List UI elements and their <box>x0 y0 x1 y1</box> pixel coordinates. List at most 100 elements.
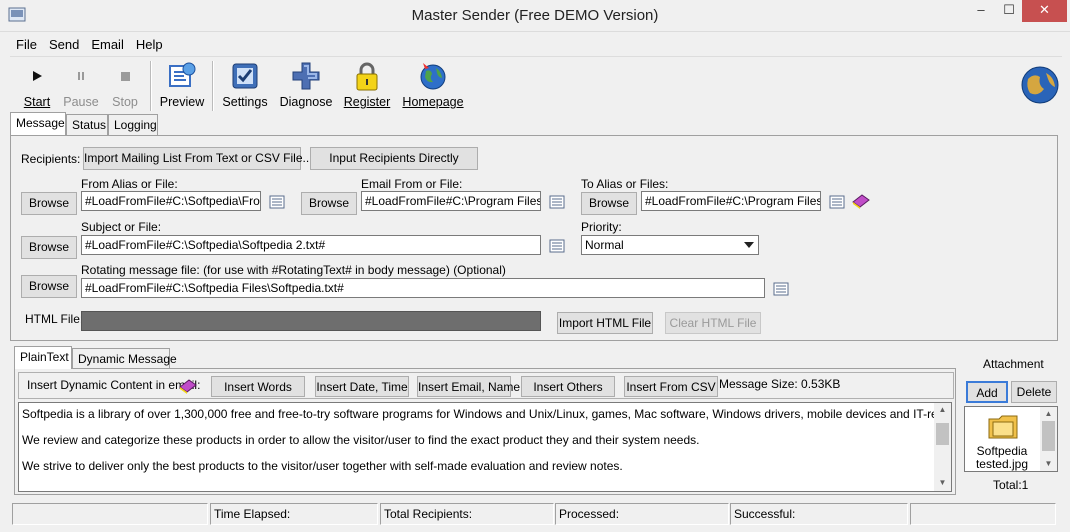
globe-icon <box>416 59 450 93</box>
pause-icon <box>64 59 98 93</box>
preview-button[interactable]: Preview <box>158 59 206 109</box>
tab-message[interactable]: Message <box>10 112 66 135</box>
globe-logo-icon <box>1021 66 1059 104</box>
from-alias-input[interactable]: #LoadFromFile#C:\Softpedia\FromEr <box>81 191 261 211</box>
list-icon[interactable] <box>773 282 789 296</box>
list-icon[interactable] <box>549 239 565 253</box>
priority-label: Priority: <box>581 220 622 234</box>
tab-plaintext[interactable]: PlainText <box>14 346 72 369</box>
toolbar-separator <box>150 61 152 111</box>
priority-select[interactable]: Normal <box>581 235 759 255</box>
stop-button[interactable]: Stop <box>106 59 144 109</box>
scroll-up-icon[interactable]: ▲ <box>934 403 951 417</box>
address-book-icon[interactable] <box>178 377 198 395</box>
browse-from-alias-button[interactable]: Browse <box>21 192 77 215</box>
recipients-label: Recipients: <box>21 152 81 166</box>
dynamic-content-label: Insert Dynamic Content in email: <box>27 378 201 392</box>
insert-date-time-button[interactable]: Insert Date, Time <box>315 376 409 397</box>
menu-help[interactable]: Help <box>130 33 169 52</box>
status-total-recipients: Total Recipients: <box>380 503 554 525</box>
attachment-scrollbar[interactable]: ▲ ▼ <box>1040 407 1057 471</box>
settings-button[interactable]: Settings <box>220 59 270 109</box>
status-blank <box>12 503 208 525</box>
status-successful: Successful: <box>730 503 908 525</box>
folder-icon <box>988 415 1018 439</box>
diagnose-icon <box>289 59 323 93</box>
rotating-input[interactable]: #LoadFromFile#C:\Softpedia Files\Softped… <box>81 278 765 298</box>
lock-icon <box>350 59 384 93</box>
toolbar-separator <box>212 61 214 111</box>
dynamic-content-bar: Insert Dynamic Content in email: Insert … <box>18 372 954 399</box>
attachment-total: Total:1 <box>993 478 1029 492</box>
scroll-down-icon[interactable]: ▼ <box>1040 457 1057 471</box>
status-time-elapsed: Time Elapsed: <box>210 503 378 525</box>
attachment-file-ext: tested.jpg <box>975 457 1029 471</box>
list-icon[interactable] <box>269 195 285 209</box>
preview-icon <box>165 59 199 93</box>
title-bar: Master Sender (Free DEMO Version) – ☐ ✕ <box>0 0 1070 32</box>
menu-bar: File Send Email Help <box>10 33 1060 55</box>
import-html-file-button[interactable]: Import HTML File <box>557 312 653 334</box>
body-line: We review and categorize these products … <box>22 433 700 447</box>
browse-to-alias-button[interactable]: Browse <box>581 192 637 215</box>
settings-icon <box>228 59 262 93</box>
diagnose-button[interactable]: Diagnose <box>278 59 334 109</box>
menu-email[interactable]: Email <box>85 33 130 52</box>
clear-html-file-button[interactable]: Clear HTML File <box>665 312 761 334</box>
from-alias-label: From Alias or File: <box>81 177 178 191</box>
message-body-textarea[interactable]: Softpedia is a library of over 1,300,000… <box>18 402 952 492</box>
attachment-list[interactable]: Softpedia tested.jpg ▲ ▼ <box>964 406 1058 472</box>
play-icon <box>20 59 54 93</box>
insert-words-button[interactable]: Insert Words <box>211 376 305 397</box>
list-icon[interactable] <box>549 195 565 209</box>
status-bar: Time Elapsed: Total Recipients: Processe… <box>10 503 1060 525</box>
browse-email-from-button[interactable]: Browse <box>301 192 357 215</box>
body-line: Softpedia is a library of over 1,300,000… <box>22 407 952 421</box>
status-processed: Processed: <box>555 503 729 525</box>
insert-from-csv-button[interactable]: Insert From CSV <box>624 376 718 397</box>
insert-others-button[interactable]: Insert Others <box>521 376 615 397</box>
scroll-thumb[interactable] <box>1042 421 1055 451</box>
insert-email-name-button[interactable]: Insert Email, Name <box>417 376 520 397</box>
attachment-file-name: Softpedia <box>976 444 1028 458</box>
priority-value: Normal <box>585 238 624 252</box>
to-alias-input[interactable]: #LoadFromFile#C:\Program Files\Ma <box>641 191 821 211</box>
close-button[interactable]: ✕ <box>1022 0 1067 22</box>
register-button[interactable]: Register <box>342 59 392 109</box>
menu-send[interactable]: Send <box>43 33 85 52</box>
stop-icon <box>108 59 142 93</box>
to-alias-label: To Alias or Files: <box>581 177 669 191</box>
email-from-label: Email From or File: <box>361 177 463 191</box>
tab-logging[interactable]: Logging <box>108 114 158 135</box>
start-button[interactable]: Start <box>16 59 58 109</box>
chevron-down-icon <box>742 238 756 252</box>
import-mailing-list-button[interactable]: Import Mailing List From Text or CSV Fil… <box>83 147 316 170</box>
scroll-up-icon[interactable]: ▲ <box>1040 407 1057 421</box>
scroll-thumb[interactable] <box>936 423 949 445</box>
attachment-title: Attachment <box>983 357 1044 371</box>
delete-attachment-button[interactable]: Delete <box>1011 381 1057 403</box>
tab-dynamic-message[interactable]: Dynamic Message <box>72 348 177 369</box>
list-icon[interactable] <box>829 195 845 209</box>
maximize-button[interactable]: ☐ <box>994 0 1024 22</box>
email-from-input[interactable]: #LoadFromFile#C:\Program Files\Ma <box>361 191 541 211</box>
attachment-panel: Attachment Add Delete Softpedia tested.j… <box>963 348 1059 498</box>
toolbar: Start Pause Stop Preview Settings Diagno… <box>10 56 1062 114</box>
add-attachment-button[interactable]: Add <box>966 381 1008 403</box>
pause-button[interactable]: Pause <box>60 59 102 109</box>
tab-status[interactable]: Status <box>66 114 108 135</box>
menu-file[interactable]: File <box>10 33 43 52</box>
input-recipients-directly-button[interactable]: Input Recipients Directly <box>310 147 478 170</box>
window-title: Master Sender (Free DEMO Version) <box>411 7 659 24</box>
minimize-button[interactable]: – <box>966 0 996 22</box>
html-file-input[interactable] <box>81 311 541 331</box>
browse-subject-button[interactable]: Browse <box>21 236 77 259</box>
html-file-label: HTML File: <box>25 312 84 326</box>
browse-rotating-button[interactable]: Browse <box>21 275 77 298</box>
address-book-icon[interactable] <box>851 192 871 210</box>
body-scrollbar[interactable]: ▲ ▼ <box>934 403 951 491</box>
scroll-down-icon[interactable]: ▼ <box>934 476 951 490</box>
subject-input[interactable]: #LoadFromFile#C:\Softpedia\Softpedia 2.t… <box>81 235 541 255</box>
homepage-button[interactable]: Homepage <box>402 59 464 109</box>
message-panel: Recipients: Import Mailing List From Tex… <box>10 135 1058 341</box>
